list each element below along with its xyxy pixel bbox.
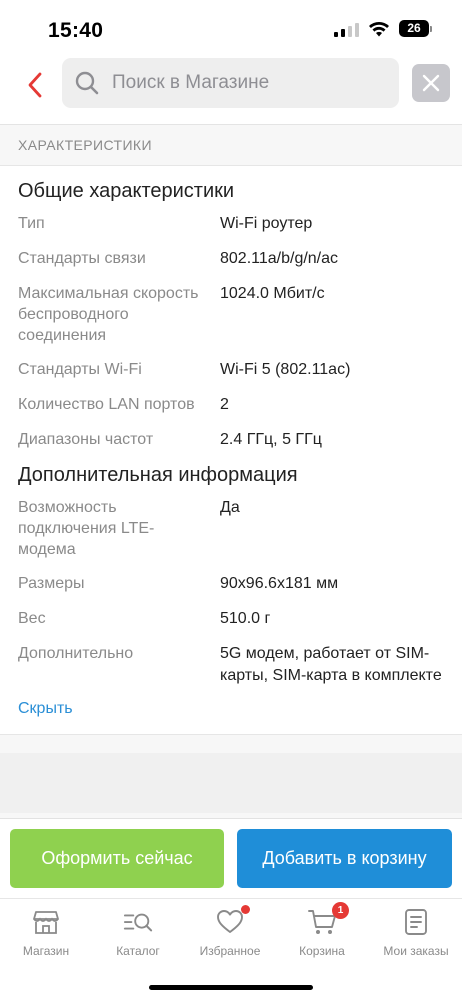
spec-label: Тип: [18, 215, 45, 232]
spec-value: 90x96.6x181 мм: [220, 575, 339, 592]
next-section: [0, 753, 462, 813]
back-button[interactable]: [18, 68, 52, 102]
spec-row: Тип Wi-Fi роутер: [0, 213, 462, 235]
search-box[interactable]: [62, 58, 399, 108]
tab-bar: Магазин Каталог Избранное 1 Корзина Мои …: [0, 898, 462, 999]
spec-value: Да: [220, 499, 240, 516]
spec-value: 2.4 ГГц, 5 ГГц: [220, 431, 322, 448]
back-arrow-icon: [28, 72, 42, 98]
status-bar: 15:40 26: [0, 0, 462, 56]
spec-label: Возможность подключения LTE-модема: [18, 499, 155, 558]
spec-value: Wi-Fi роутер: [220, 215, 313, 232]
orders-icon: [401, 907, 431, 937]
specs-card: Общие характеристики Тип Wi-Fi роутер Ст…: [0, 165, 462, 735]
cart-icon: 1: [307, 902, 349, 937]
tab-orders[interactable]: Мои заказы: [370, 907, 462, 958]
spec-row: Максимальная скорость беспроводного соед…: [0, 283, 462, 346]
spec-label: Диапазоны частот: [18, 431, 154, 448]
spec-row: Размеры 90x96.6x181 мм: [0, 573, 462, 595]
search-header: [0, 56, 462, 116]
tab-catalog[interactable]: Каталог: [92, 907, 184, 958]
group-title-extra: Дополнительная информация: [18, 464, 298, 486]
spec-value: 2: [220, 396, 229, 413]
catalog-search-icon: [123, 907, 153, 937]
battery-icon: 26: [399, 20, 432, 37]
spec-label: Количество LAN портов: [18, 396, 195, 413]
spec-label: Стандарты связи: [18, 250, 146, 267]
status-time: 15:40: [48, 19, 104, 42]
tab-label: Мои заказы: [383, 944, 449, 958]
tab-label: Избранное: [199, 944, 261, 958]
spec-row: Количество LAN портов 2: [0, 394, 462, 416]
notification-dot: [241, 905, 250, 914]
close-icon: [422, 74, 440, 92]
battery-level: 26: [399, 20, 429, 37]
tab-store[interactable]: Магазин: [0, 907, 92, 958]
tab-label: Корзина: [299, 944, 345, 958]
spec-row: Дополнительно 5G модем, работает от SIM-…: [0, 643, 462, 687]
spec-label: Дополнительно: [18, 645, 134, 662]
home-indicator: [149, 985, 313, 990]
spec-value: Wi-Fi 5 (802.11ac): [220, 361, 351, 378]
add-to-cart-button[interactable]: Добавить в корзину: [237, 829, 452, 888]
spec-value: 1024.0 Мбит/с: [220, 285, 325, 302]
clear-search-button[interactable]: [412, 64, 450, 102]
store-icon: [31, 907, 61, 937]
spec-value: 5G модем, работает от SIM-карты, SIM-кар…: [220, 645, 442, 684]
wifi-icon: [369, 21, 389, 36]
section-title: ХАРАКТЕРИСТИКИ: [18, 137, 152, 153]
specs-content: ХАРАКТЕРИСТИКИ Общие характеристики Тип …: [0, 124, 462, 818]
signal-icon: [334, 21, 359, 37]
cart-count-badge: 1: [332, 902, 349, 919]
hide-specs-link[interactable]: Скрыть: [0, 700, 73, 718]
checkout-now-button[interactable]: Оформить сейчас: [10, 829, 224, 888]
spec-row: Стандарты Wi-Fi Wi-Fi 5 (802.11ac): [0, 359, 462, 381]
status-icons: 26: [334, 20, 432, 37]
tab-label: Каталог: [116, 944, 160, 958]
tab-label: Магазин: [22, 944, 70, 958]
heart-icon: [215, 905, 250, 937]
spec-label: Максимальная скорость беспроводного соед…: [18, 285, 199, 344]
search-icon: [74, 70, 100, 96]
spec-row: Диапазоны частот 2.4 ГГц, 5 ГГц: [0, 429, 462, 451]
tab-cart[interactable]: 1 Корзина: [276, 902, 368, 958]
spec-value: 802.11a/b/g/n/ac: [220, 250, 339, 267]
spec-row: Стандарты связи 802.11a/b/g/n/ac: [0, 248, 462, 270]
spec-label: Вес: [18, 610, 46, 627]
group-title-general: Общие характеристики: [18, 180, 235, 202]
spec-row: Вес 510.0 г: [0, 608, 462, 630]
spec-label: Размеры: [18, 575, 85, 592]
search-input[interactable]: [112, 72, 382, 94]
tab-favorites[interactable]: Избранное: [184, 905, 276, 958]
action-bar: Оформить сейчас Добавить в корзину: [0, 818, 462, 898]
spec-row: Возможность подключения LTE-модема Да: [0, 497, 462, 560]
spec-value: 510.0 г: [220, 610, 271, 627]
spec-label: Стандарты Wi-Fi: [18, 361, 142, 378]
